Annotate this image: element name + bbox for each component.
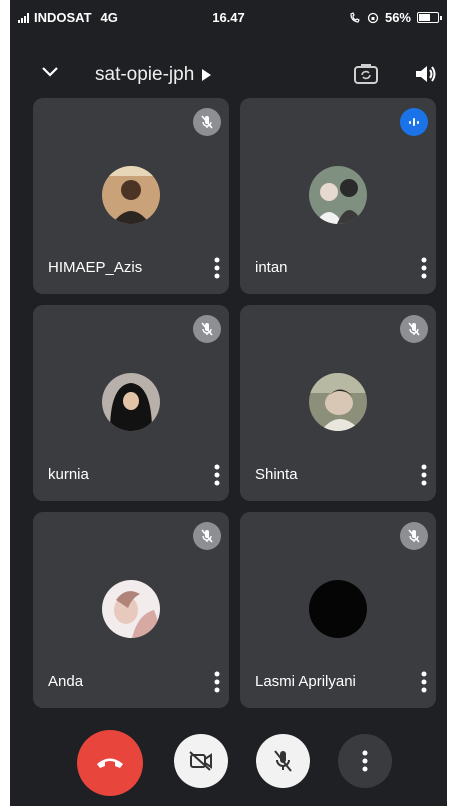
more-vertical-icon[interactable] [420, 671, 428, 693]
mic-off-icon [193, 315, 221, 343]
play-arrow-icon [202, 69, 212, 81]
more-vertical-icon[interactable] [420, 257, 428, 279]
mic-toggle-button[interactable] [256, 734, 310, 788]
participant-tile[interactable]: Shinta [240, 305, 436, 501]
avatar [102, 373, 160, 431]
speaking-indicator-icon [400, 108, 428, 136]
participant-name: kurnia [48, 466, 89, 483]
meet-call-screen: INDOSAT 4G 16.47 56% sat-opie-jph HIMAEP… [10, 0, 447, 806]
meeting-title-button[interactable]: sat-opie-jph [95, 64, 212, 86]
participant-tile[interactable]: Anda [33, 512, 229, 708]
avatar [102, 580, 160, 638]
more-vertical-icon[interactable] [213, 671, 221, 693]
participant-tile[interactable]: HIMAEP_Azis [33, 98, 229, 294]
switch-camera-icon[interactable] [353, 62, 379, 86]
participant-name: HIMAEP_Azis [48, 259, 143, 276]
more-vertical-icon[interactable] [213, 257, 221, 279]
participant-tile[interactable]: intan [240, 98, 436, 294]
avatar [309, 166, 367, 224]
mic-off-icon [274, 750, 292, 772]
speaker-icon[interactable] [414, 62, 438, 86]
more-vertical-icon[interactable] [213, 464, 221, 486]
battery-label: 56% [384, 10, 411, 25]
meeting-header: sat-opie-jph [10, 52, 447, 96]
participant-name: Shinta [255, 466, 298, 483]
end-call-button[interactable] [77, 730, 143, 796]
participant-tile[interactable]: kurnia [33, 305, 229, 501]
mic-off-icon [193, 108, 221, 136]
avatar [309, 373, 367, 431]
participant-tile[interactable]: Lasmi Aprilyani [240, 512, 436, 708]
mic-off-icon [400, 315, 428, 343]
more-options-icon [362, 750, 368, 772]
end-call-icon [97, 758, 123, 768]
more-vertical-icon[interactable] [420, 464, 428, 486]
camera-off-icon [189, 751, 212, 771]
meeting-title: sat-opie-jph [95, 64, 195, 85]
mic-off-icon [400, 522, 428, 550]
status-bar: INDOSAT 4G 16.47 56% [10, 0, 447, 36]
participant-name: intan [255, 259, 288, 276]
participant-name: Lasmi Aprilyani [255, 673, 356, 690]
chevron-down-icon[interactable] [40, 62, 60, 82]
camera-toggle-button[interactable] [174, 734, 228, 788]
battery-icon [417, 12, 442, 23]
status-right: 56% [349, 10, 442, 25]
more-options-button[interactable] [338, 734, 392, 788]
orientation-lock-icon [367, 12, 379, 23]
mic-off-icon [193, 522, 221, 550]
avatar [309, 580, 367, 638]
phone-call-icon [350, 11, 360, 23]
call-controls [10, 730, 447, 796]
avatar [102, 166, 160, 224]
participant-name: Anda [48, 673, 84, 690]
